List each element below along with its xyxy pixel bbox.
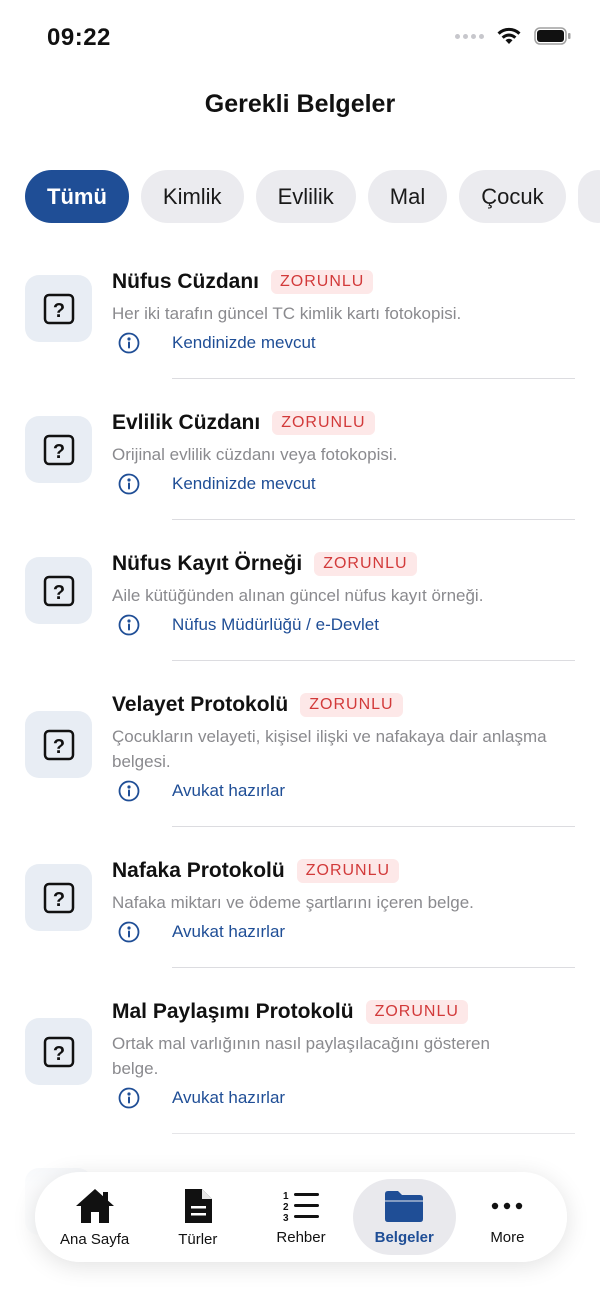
status-bar: 09:22 — [0, 0, 600, 76]
divider — [172, 967, 575, 968]
document-title: Nüfus Cüzdanı — [112, 270, 259, 293]
status-time: 09:22 — [47, 24, 111, 51]
document-icon-box: ? — [25, 557, 92, 624]
tab-label: Belgeler — [374, 1228, 434, 1246]
document-icon-box: ? — [25, 416, 92, 483]
filter-chips: Tümü Kimlik Evlilik Mal Çocuk — [25, 170, 600, 223]
info-icon — [118, 332, 140, 354]
numbered-list-icon: 1 2 3 — [283, 1191, 319, 1223]
question-mark-icon: ? — [43, 729, 74, 760]
info-icon — [118, 921, 140, 943]
tab-label: Ana Sayfa — [59, 1230, 130, 1248]
wifi-icon — [497, 27, 521, 44]
document-title: Evlilik Cüzdanı — [112, 411, 261, 434]
cellular-signal-icon — [455, 33, 484, 39]
filter-chip-child[interactable]: Çocuk — [459, 170, 566, 223]
tab-bar: Ana Sayfa Türler 1 2 3 Rehber Belgeler M… — [35, 1172, 567, 1262]
info-icon — [118, 614, 140, 636]
document-icon-box: ? — [25, 1018, 92, 1085]
folder-icon — [385, 1190, 424, 1222]
battery-icon — [534, 27, 571, 45]
question-mark-icon: ? — [43, 575, 74, 606]
svg-text:?: ? — [52, 582, 64, 604]
document-title: Nüfus Kayıt Örneği — [112, 552, 303, 575]
svg-text:?: ? — [52, 300, 64, 322]
tab-types[interactable]: Türler — [146, 1179, 249, 1255]
svg-text:?: ? — [52, 1043, 64, 1065]
document-source: Nüfus Müdürlüğü / e-Devlet — [172, 615, 379, 634]
list-item[interactable]: ? Velayet Protokolü ZORUNLU Çocukların ve… — [0, 675, 600, 841]
document-title: Mal Paylaşımı Protokolü — [112, 1000, 354, 1023]
required-badge: ZORUNLU — [300, 693, 403, 717]
list-item[interactable]: ? Nüfus Kayıt Örneği ZORUNLU Aile kütüğün… — [0, 534, 600, 675]
list-item[interactable]: ? Nüfus Cüzdanı ZORUNLU Her iki tarafın g… — [0, 252, 600, 393]
required-badge: ZORUNLU — [272, 411, 375, 435]
document-description: Aile kütüğünden alınan güncel nüfus kayı… — [112, 586, 484, 605]
question-mark-icon: ? — [43, 293, 74, 324]
question-mark-icon: ? — [43, 434, 74, 465]
svg-text:?: ? — [52, 889, 64, 911]
document-title: Velayet Protokolü — [112, 693, 289, 716]
divider — [172, 378, 575, 379]
info-icon — [118, 1087, 140, 1109]
svg-text:2: 2 — [283, 1202, 289, 1213]
document-icon-box: ? — [25, 275, 92, 342]
more-icon — [492, 1202, 523, 1209]
divider — [172, 660, 575, 661]
required-badge: ZORUNLU — [365, 1000, 468, 1024]
required-badge: ZORUNLU — [314, 552, 417, 576]
filter-chip-more[interactable] — [577, 170, 600, 223]
document-description: Ortak mal varlığının nasıl paylaşılacağı… — [112, 1034, 490, 1078]
document-source: Avukat hazırlar — [172, 1088, 286, 1107]
info-icon — [118, 780, 140, 802]
divider — [172, 826, 575, 827]
tab-more[interactable]: More — [456, 1179, 559, 1255]
document-description: Çocukların velayeti, kişisel ilişki ve n… — [112, 727, 547, 771]
filter-chip-property[interactable]: Mal — [367, 170, 448, 223]
question-mark-icon: ? — [43, 1036, 74, 1067]
tab-home[interactable]: Ana Sayfa — [43, 1179, 146, 1255]
filter-chip-all[interactable]: Tümü — [25, 170, 129, 223]
svg-text:3: 3 — [283, 1213, 289, 1223]
tab-label: Türler — [178, 1230, 218, 1248]
svg-text:?: ? — [52, 441, 64, 463]
document-source: Avukat hazırlar — [172, 781, 286, 800]
document-description: Her iki tarafın güncel TC kimlik kartı f… — [112, 304, 462, 323]
list-item[interactable]: ? Evlilik Cüzdanı ZORUNLU Orijinal evlili… — [0, 393, 600, 534]
document-icon-box: ? — [25, 711, 92, 778]
svg-text:?: ? — [52, 736, 64, 758]
required-badge: ZORUNLU — [296, 859, 400, 883]
document-icon — [184, 1188, 212, 1223]
divider — [172, 519, 575, 520]
document-description: Nafaka miktarı ve ödeme şartlarını içere… — [112, 893, 474, 912]
page-title: Gerekli Belgeler — [204, 90, 396, 118]
filter-chip-marriage[interactable]: Evlilik — [255, 170, 356, 223]
question-mark-icon: ? — [43, 882, 74, 913]
svg-text:1: 1 — [283, 1191, 289, 1202]
document-source: Kendinizde mevcut — [172, 333, 316, 352]
tab-guide[interactable]: 1 2 3 Rehber — [249, 1179, 352, 1255]
required-badge: ZORUNLU — [271, 270, 374, 294]
home-icon — [75, 1188, 114, 1223]
document-source: Avukat hazırlar — [172, 922, 286, 941]
tab-documents[interactable]: Belgeler — [352, 1179, 456, 1255]
tab-label: More — [490, 1228, 525, 1246]
document-description: Orijinal evlilik cüzdanı veya fotokopisi… — [112, 445, 398, 464]
tab-label: Rehber — [276, 1228, 326, 1246]
filter-chip-identity[interactable]: Kimlik — [140, 170, 244, 223]
status-icons — [455, 26, 572, 46]
document-title: Nafaka Protokolü — [112, 859, 285, 882]
list-item[interactable]: ? Nafaka Protokolü ZORUNLU Nafaka miktarı… — [0, 841, 600, 982]
info-icon — [118, 473, 140, 495]
document-source: Kendinizde mevcut — [172, 474, 316, 493]
document-icon-box: ? — [25, 864, 92, 931]
